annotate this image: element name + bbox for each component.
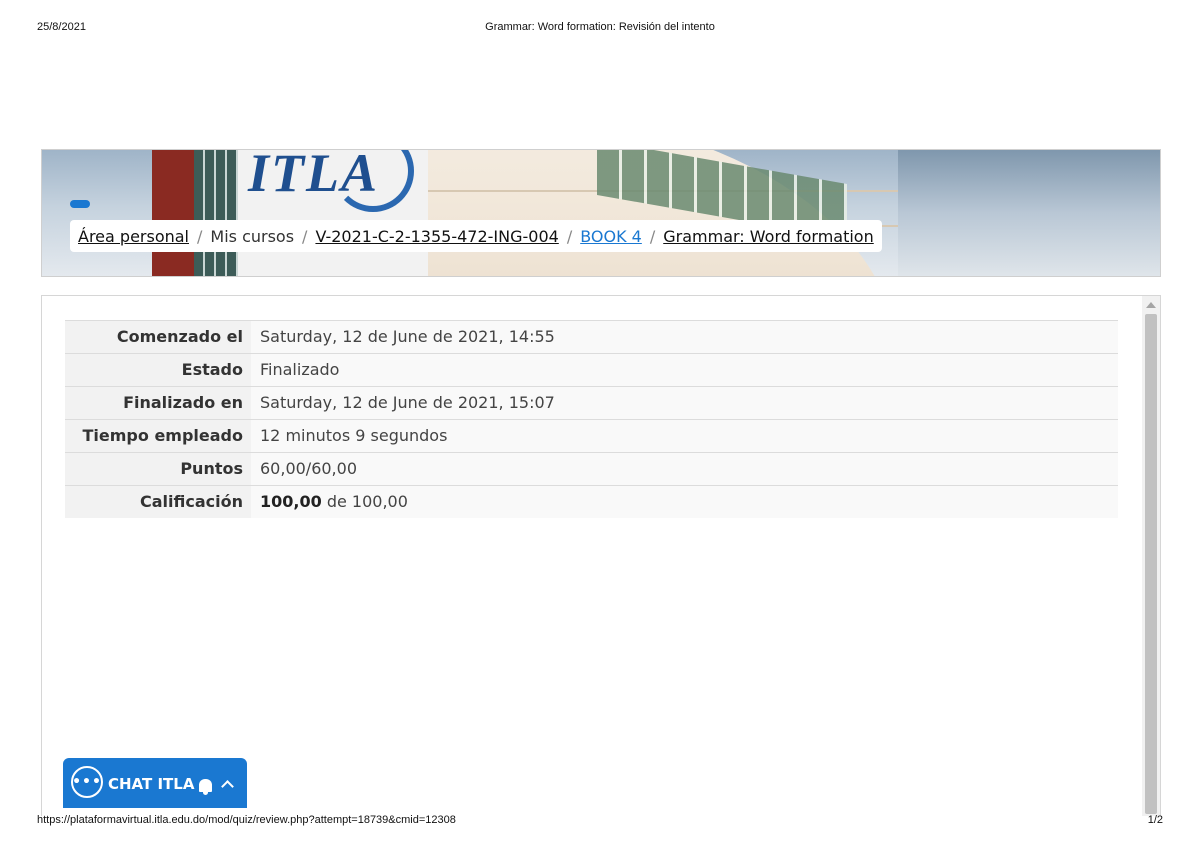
summary-value-state: Finalizado <box>251 353 1118 387</box>
summary-value-grade: 100,00 de 100,00 <box>251 485 1118 518</box>
banner-building-glass <box>194 150 238 276</box>
breadcrumb-separator: / <box>649 226 656 246</box>
quiz-review-content: Comenzado el Saturday, 12 de June de 202… <box>41 295 1161 816</box>
scrollbar-thumb[interactable] <box>1145 314 1157 814</box>
print-footer: https://plataformavirtual.itla.edu.do/mo… <box>0 814 1200 828</box>
chat-bubble-icon: ••• <box>71 766 103 798</box>
chat-widget[interactable]: ••• CHAT ITLA <box>63 758 247 808</box>
print-page-number: 1/2 <box>1147 814 1163 826</box>
chat-label[interactable]: CHAT ITLA <box>108 775 194 793</box>
print-title: Grammar: Word formation: Revisión del in… <box>485 21 715 33</box>
table-row: Tiempo empleado 12 minutos 9 segundos <box>65 419 1118 453</box>
drawer-toggle-button[interactable] <box>70 200 90 208</box>
summary-value-time-taken: 12 minutos 9 segundos <box>251 419 1118 453</box>
summary-label-grade: Calificación <box>65 485 251 518</box>
table-row: Calificación 100,00 de 100,00 <box>65 485 1118 518</box>
page-scrollbar[interactable] <box>1142 296 1160 816</box>
grade-total: de 100,00 <box>321 492 408 511</box>
chevron-up-icon[interactable] <box>221 780 234 793</box>
breadcrumb-separator: / <box>302 226 308 246</box>
attempt-summary-table: Comenzado el Saturday, 12 de June de 202… <box>65 320 1118 518</box>
breadcrumb-item-quiz[interactable]: Grammar: Word formation <box>663 227 874 246</box>
summary-value-marks: 60,00/60,00 <box>251 452 1118 486</box>
table-row: Puntos 60,00/60,00 <box>65 452 1118 486</box>
scroll-up-arrow-icon[interactable] <box>1146 302 1156 308</box>
print-url: https://plataformavirtual.itla.edu.do/mo… <box>37 814 456 826</box>
summary-label-marks: Puntos <box>65 452 251 486</box>
breadcrumb-item-mis-cursos: Mis cursos <box>210 226 295 246</box>
summary-value-completed: Saturday, 12 de June de 2021, 15:07 <box>251 386 1118 420</box>
summary-label-started: Comenzado el <box>65 320 251 354</box>
breadcrumb-separator: / <box>566 226 573 246</box>
grade-score: 100,00 <box>260 492 322 511</box>
print-header: 25/8/2021 Grammar: Word formation: Revis… <box>0 21 1200 35</box>
course-banner: ITLA Área personal / Mis cursos / V-2021… <box>41 149 1161 277</box>
table-row: Finalizado en Saturday, 12 de June de 20… <box>65 386 1118 420</box>
bell-icon[interactable] <box>199 779 212 795</box>
summary-label-state: Estado <box>65 353 251 387</box>
banner-building-red <box>152 150 194 276</box>
summary-label-completed: Finalizado en <box>65 386 251 420</box>
breadcrumb-item-area-personal[interactable]: Área personal <box>78 227 189 246</box>
table-row: Estado Finalizado <box>65 353 1118 387</box>
breadcrumb: Área personal / Mis cursos / V-2021-C-2-… <box>70 220 882 252</box>
summary-label-time-taken: Tiempo empleado <box>65 419 251 453</box>
breadcrumb-item-course[interactable]: V-2021-C-2-1355-472-ING-004 <box>315 227 558 246</box>
banner-sky <box>898 150 1160 276</box>
breadcrumb-separator: / <box>197 226 203 246</box>
table-row: Comenzado el Saturday, 12 de June de 202… <box>65 320 1118 354</box>
summary-value-started: Saturday, 12 de June de 2021, 14:55 <box>251 320 1118 354</box>
breadcrumb-item-book[interactable]: BOOK 4 <box>580 227 642 246</box>
